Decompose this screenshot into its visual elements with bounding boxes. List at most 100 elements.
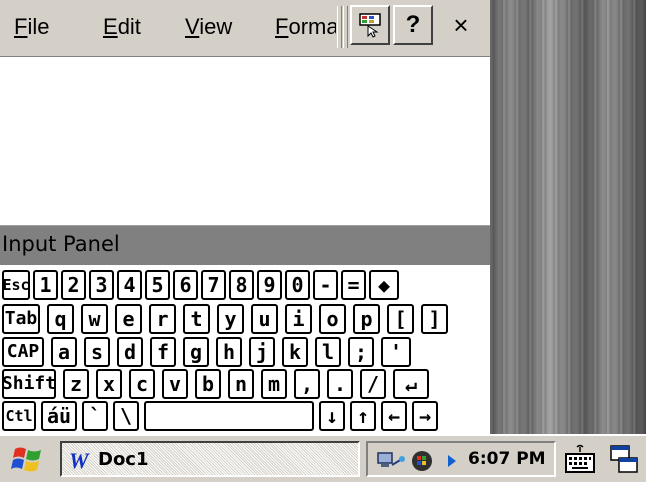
key-z[interactable]: z: [63, 369, 89, 399]
key-u2d[interactable]: -: [313, 270, 338, 300]
document-area[interactable]: [0, 57, 490, 225]
menu-edit-label: dit: [117, 14, 141, 39]
toolbar-icon: [359, 13, 381, 38]
key-r[interactable]: r: [149, 304, 176, 334]
key-u[interactable]: u: [251, 304, 278, 334]
word-app-window: File Edit View Format ? ×: [0, 0, 490, 434]
key-u5d[interactable]: ]: [421, 304, 448, 334]
key-space[interactable]: [144, 401, 314, 431]
key-c[interactable]: c: [129, 369, 155, 399]
menu-bar: File Edit View Format ? ×: [0, 0, 490, 57]
menu-format[interactable]: Format: [275, 14, 336, 40]
key-5[interactable]: 5: [145, 270, 170, 300]
input-panel-title: Input Panel: [2, 232, 120, 256]
key-u2190[interactable]: ←: [381, 401, 407, 431]
menu-view[interactable]: View: [185, 14, 232, 40]
menu-file[interactable]: File: [14, 14, 49, 40]
key-u21b5[interactable]: ↵: [393, 369, 429, 399]
network-icon[interactable]: [376, 449, 406, 473]
key-u3b[interactable]: ;: [348, 337, 374, 367]
key-f[interactable]: f: [150, 337, 176, 367]
key-a[interactable]: a: [51, 337, 77, 367]
key-1[interactable]: 1: [33, 270, 58, 300]
key-i[interactable]: i: [285, 304, 312, 334]
toolbar-grip-2[interactable]: [343, 6, 348, 48]
help-button[interactable]: ?: [393, 5, 433, 45]
key-8[interactable]: 8: [229, 270, 254, 300]
toolbar-grip[interactable]: [337, 6, 342, 48]
clock[interactable]: 6:07 PM: [468, 449, 546, 469]
key-s[interactable]: s: [84, 337, 110, 367]
key-6[interactable]: 6: [173, 270, 198, 300]
key-tab[interactable]: Tab: [2, 304, 40, 334]
key-cap[interactable]: CAP: [2, 337, 44, 367]
desktop-wallpaper: [490, 0, 646, 434]
key-ctl[interactable]: Ctl: [2, 401, 36, 431]
key-esc[interactable]: Esc: [2, 270, 30, 300]
key-u2c[interactable]: ,: [294, 369, 320, 399]
key-u2f[interactable]: /: [360, 369, 386, 399]
tray-expand-arrow-icon[interactable]: [446, 453, 458, 469]
key-k[interactable]: k: [282, 337, 308, 367]
key-n[interactable]: n: [228, 369, 254, 399]
key-t[interactable]: t: [183, 304, 210, 334]
key-w[interactable]: w: [81, 304, 108, 334]
key-p[interactable]: p: [353, 304, 380, 334]
key-9[interactable]: 9: [257, 270, 282, 300]
menu-edit[interactable]: Edit: [103, 14, 141, 40]
menu-format-label: ormat: [288, 14, 336, 39]
key-3[interactable]: 3: [89, 270, 114, 300]
key-l[interactable]: l: [315, 337, 341, 367]
key-d[interactable]: d: [117, 337, 143, 367]
key-e[interactable]: e: [115, 304, 142, 334]
input-panel-toggle[interactable]: [560, 440, 600, 480]
toolbar-button[interactable]: [350, 5, 390, 45]
key-o[interactable]: o: [319, 304, 346, 334]
key-y[interactable]: y: [217, 304, 244, 334]
menu-format-accel: F: [275, 14, 289, 39]
taskbar: W Doc1 6:07 PM: [0, 434, 646, 482]
taskbar-task-doc1[interactable]: W Doc1: [60, 441, 360, 477]
key-u5b[interactable]: [: [387, 304, 414, 334]
key-u2192[interactable]: →: [412, 401, 438, 431]
key-u5c[interactable]: \: [113, 401, 139, 431]
windows-flag-icon: [11, 447, 41, 472]
key-u2193[interactable]: ↓: [319, 401, 345, 431]
keyboard-icon: [565, 444, 595, 473]
key-u60[interactable]: `: [82, 401, 108, 431]
activesync-icon[interactable]: [410, 448, 436, 474]
key-v[interactable]: v: [162, 369, 188, 399]
menu-view-accel: V: [185, 14, 200, 39]
key-u25c6[interactable]: ◆: [369, 270, 399, 300]
key-shift[interactable]: Shift: [2, 369, 56, 399]
key-u2191[interactable]: ↑: [350, 401, 376, 431]
word-icon: W: [69, 448, 90, 472]
windows-stack-icon: [610, 445, 638, 473]
key-2[interactable]: 2: [61, 270, 86, 300]
menu-file-label: ile: [27, 14, 50, 39]
key-m[interactable]: m: [261, 369, 287, 399]
key-u27[interactable]: ': [381, 337, 411, 367]
key-u2e[interactable]: .: [327, 369, 353, 399]
menu-file-accel: F: [14, 14, 28, 39]
soft-keyboard: Esc 1 2 3 4 5 6 7 8 9 0- = ◆ Tab q w e r t y u i o p[] CAP a s d f g h…: [0, 265, 490, 434]
key-0[interactable]: 0: [285, 270, 310, 300]
key-7[interactable]: 7: [201, 270, 226, 300]
key-b[interactable]: b: [195, 369, 221, 399]
menu-edit-accel: E: [103, 14, 118, 39]
key-g[interactable]: g: [183, 337, 209, 367]
menu-view-label: iew: [199, 14, 233, 39]
start-button[interactable]: [4, 441, 52, 477]
screen: File Edit View Format ? ×: [0, 0, 646, 482]
window-switcher-button[interactable]: [604, 440, 644, 480]
key-ue1ufc[interactable]: áü: [41, 401, 77, 431]
key-x[interactable]: x: [96, 369, 122, 399]
key-h[interactable]: h: [216, 337, 242, 367]
svg-text:W: W: [69, 448, 90, 472]
key-4[interactable]: 4: [117, 270, 142, 300]
key-q[interactable]: q: [47, 304, 74, 334]
key-u3d[interactable]: =: [341, 270, 366, 300]
key-j[interactable]: j: [249, 337, 275, 367]
taskbar-task-label: Doc1: [98, 449, 149, 470]
close-button[interactable]: ×: [441, 5, 481, 45]
